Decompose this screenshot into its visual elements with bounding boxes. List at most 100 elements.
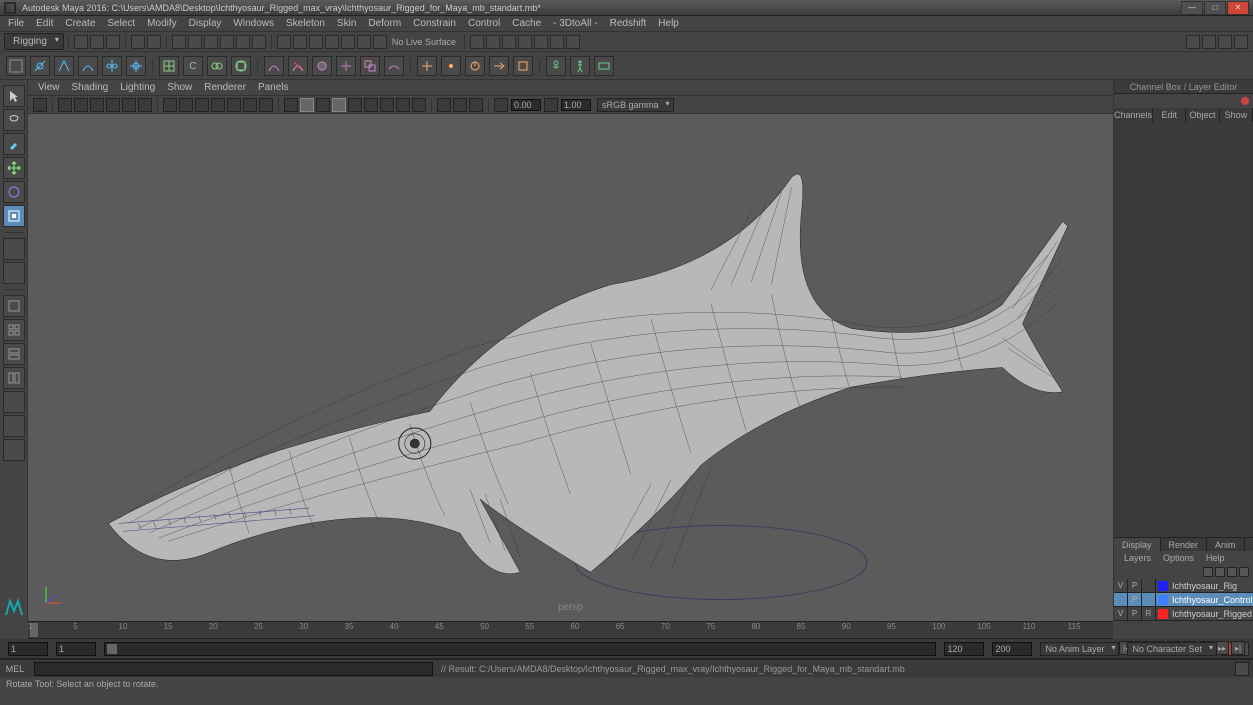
smooth-weights-icon[interactable] — [384, 56, 404, 76]
tab-object[interactable]: Object — [1186, 108, 1219, 122]
menu-modify[interactable]: Modify — [141, 18, 182, 29]
sel-object-icon[interactable] — [220, 35, 234, 49]
layout-two-h-icon[interactable] — [3, 343, 25, 365]
quick-rig-icon[interactable] — [546, 56, 566, 76]
vp-aa-icon[interactable] — [412, 98, 426, 112]
mirror-weights-icon[interactable] — [336, 56, 356, 76]
sel-multi-icon[interactable] — [252, 35, 266, 49]
vp-motion-blur-icon[interactable] — [396, 98, 410, 112]
wrap-icon[interactable] — [231, 56, 251, 76]
menu-cache[interactable]: Cache — [506, 18, 547, 29]
vp-safe-action-icon[interactable] — [243, 98, 257, 112]
vp-view-transform-select[interactable]: sRGB gamma — [597, 98, 674, 112]
sel-vertex-icon[interactable] — [172, 35, 186, 49]
range-handle[interactable] — [107, 644, 117, 654]
menu-file[interactable]: File — [2, 18, 30, 29]
render-view-icon[interactable] — [550, 35, 564, 49]
parent-constraint-icon[interactable] — [417, 56, 437, 76]
vp-grease-icon[interactable] — [138, 98, 152, 112]
vp-field-chart-icon[interactable] — [227, 98, 241, 112]
panel-layout-icon[interactable] — [1186, 35, 1200, 49]
layout-four-icon[interactable] — [3, 319, 25, 341]
menu-help[interactable]: Help — [652, 18, 685, 29]
vp-safe-title-icon[interactable] — [259, 98, 273, 112]
vp-use-lights-icon[interactable] — [316, 98, 330, 112]
layer-menu-layers[interactable]: Layers — [1118, 553, 1157, 563]
snap-center-icon[interactable] — [357, 35, 371, 49]
script-editor-icon[interactable] — [1235, 662, 1249, 676]
layer-menu-help[interactable]: Help — [1200, 553, 1231, 563]
menuset-selector[interactable]: Rigging — [4, 33, 64, 50]
tab-anim[interactable]: Anim — [1207, 538, 1245, 551]
menu-constrain[interactable]: Constrain — [407, 18, 462, 29]
layout-outliner-icon[interactable] — [3, 391, 25, 413]
viewport-3d[interactable]: persp — [28, 114, 1113, 621]
vp-2d-pan-icon[interactable] — [122, 98, 136, 112]
layer-new-selected-icon[interactable] — [1239, 567, 1249, 577]
shelf-tab-icon[interactable] — [6, 56, 26, 76]
vp-bookmark-icon[interactable] — [90, 98, 104, 112]
undo-icon[interactable] — [131, 35, 145, 49]
menu-create[interactable]: Create — [59, 18, 101, 29]
human-ik-icon[interactable] — [570, 56, 590, 76]
vp-menu-lighting[interactable]: Lighting — [114, 82, 161, 93]
close-button[interactable]: ✕ — [1227, 1, 1249, 15]
panel-pin-icon[interactable] — [1241, 97, 1249, 105]
open-scene-icon[interactable] — [90, 35, 104, 49]
vp-gamma-icon[interactable] — [544, 98, 558, 112]
bind-skin-icon[interactable] — [264, 56, 284, 76]
layer-name[interactable]: Ichthyosaur_Controlle — [1170, 595, 1253, 605]
aim-constraint-icon[interactable] — [489, 56, 509, 76]
layer-name[interactable]: Ichthyosaur_Rigged — [1170, 609, 1253, 619]
vp-xray-joints-icon[interactable] — [469, 98, 483, 112]
layer-name[interactable]: Ichthyosaur_Rig — [1170, 581, 1253, 591]
vp-menu-renderer[interactable]: Renderer — [198, 82, 252, 93]
layout-single-icon[interactable] — [3, 295, 25, 317]
anim-start-field[interactable] — [8, 642, 48, 656]
orient-joint-icon[interactable] — [126, 56, 146, 76]
playback-start-field[interactable] — [56, 642, 96, 656]
cluster-icon[interactable]: C — [183, 56, 203, 76]
sel-face-icon[interactable] — [204, 35, 218, 49]
vp-lock-cam-icon[interactable] — [74, 98, 88, 112]
snap-curve-icon[interactable] — [293, 35, 307, 49]
layout-two-v-icon[interactable] — [3, 367, 25, 389]
paint-weights-icon[interactable] — [312, 56, 332, 76]
redo-icon[interactable] — [147, 35, 161, 49]
layout-graph-icon[interactable] — [3, 415, 25, 437]
tab-edit[interactable]: Edit — [1153, 108, 1186, 122]
menu-deform[interactable]: Deform — [362, 18, 407, 29]
skeleton-mirror-icon[interactable] — [102, 56, 122, 76]
snap-live-icon[interactable] — [341, 35, 355, 49]
menu-3dtoall[interactable]: - 3DtoAll - — [547, 18, 603, 29]
vp-menu-panels[interactable]: Panels — [252, 82, 295, 93]
layer-move-down-icon[interactable] — [1215, 567, 1225, 577]
vp-smooth-shade-icon[interactable] — [300, 98, 314, 112]
layer-row-0[interactable]: V P Ichthyosaur_Rig — [1114, 579, 1253, 593]
render-settings-icon[interactable] — [518, 35, 532, 49]
menu-windows[interactable]: Windows — [227, 18, 280, 29]
vp-image-plane-icon[interactable] — [106, 98, 120, 112]
range-slider[interactable] — [104, 642, 936, 656]
vp-menu-shading[interactable]: Shading — [66, 82, 115, 93]
soft-select-icon[interactable] — [3, 262, 25, 284]
menu-redshift[interactable]: Redshift — [604, 18, 653, 29]
menu-edit[interactable]: Edit — [30, 18, 59, 29]
layer-color-swatch[interactable] — [1158, 609, 1168, 619]
layer-row-1[interactable]: P Ichthyosaur_Controlle — [1114, 593, 1253, 607]
vp-wireframe-icon[interactable] — [284, 98, 298, 112]
snap-grid-icon[interactable] — [277, 35, 291, 49]
minimize-button[interactable]: — — [1181, 1, 1203, 15]
vp-select-cam-icon[interactable] — [58, 98, 72, 112]
layer-vis[interactable]: V — [1114, 607, 1128, 620]
vp-camera-icon[interactable] — [33, 98, 47, 112]
attr-editor-toggle-icon[interactable] — [1234, 35, 1248, 49]
tab-display[interactable]: Display — [1114, 538, 1161, 551]
hypershade-icon[interactable] — [534, 35, 548, 49]
vp-film-gate-icon[interactable] — [179, 98, 193, 112]
vp-wire-on-shaded-icon[interactable] — [332, 98, 346, 112]
layer-row-2[interactable]: V P R Ichthyosaur_Rigged — [1114, 607, 1253, 621]
cmd-lang-label[interactable]: MEL — [0, 664, 30, 674]
sel-edge-icon[interactable] — [188, 35, 202, 49]
menu-skin[interactable]: Skin — [331, 18, 362, 29]
